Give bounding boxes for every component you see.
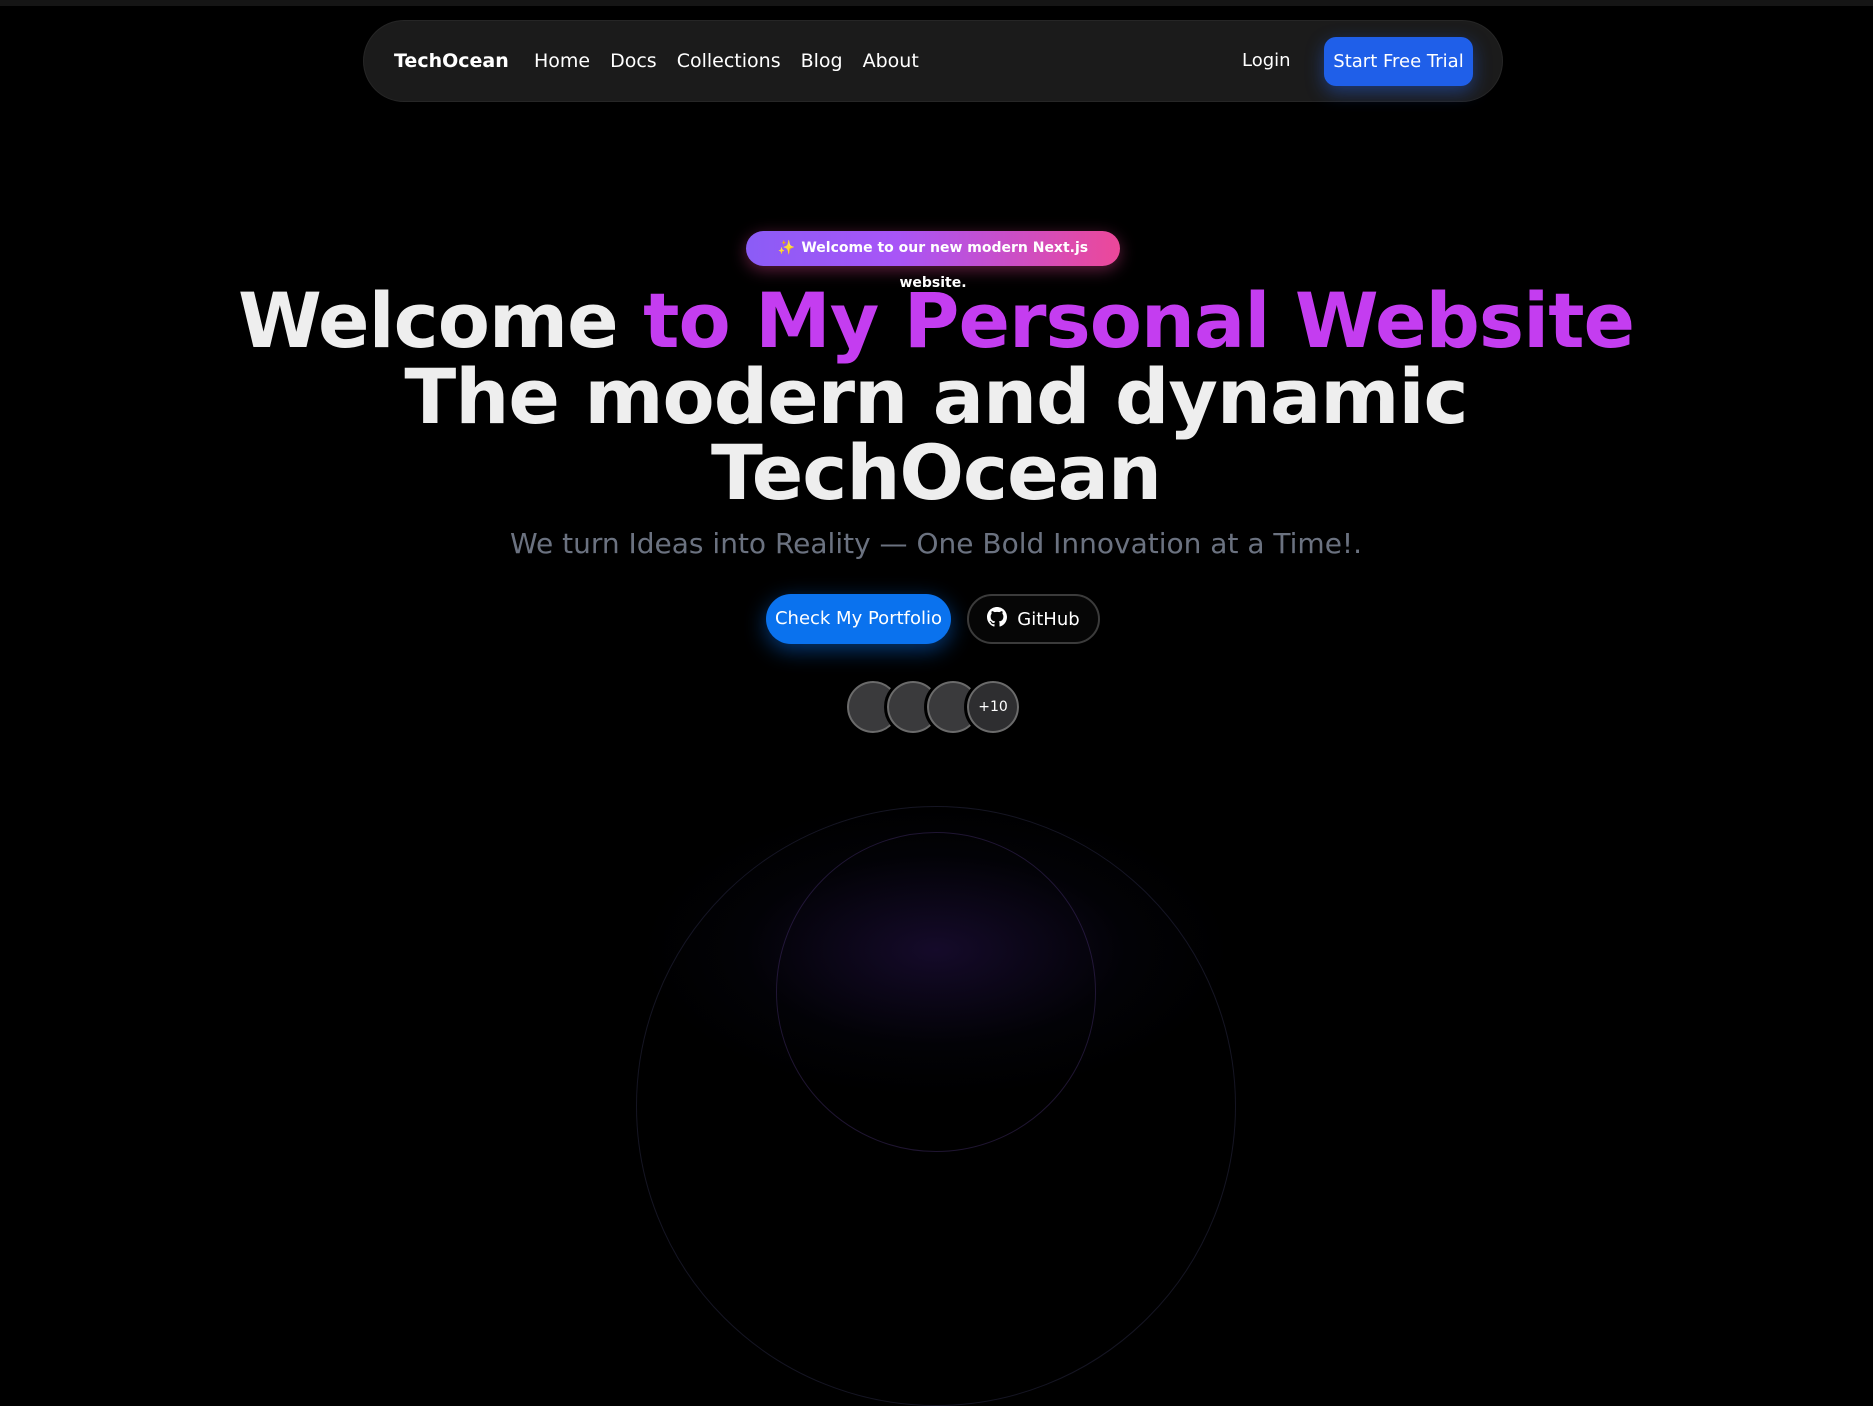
nav-link-home[interactable]: Home <box>534 50 590 72</box>
announcement-badge: ✨ Welcome to our new modern Next.js websi… <box>746 231 1120 291</box>
github-icon <box>987 606 1008 632</box>
avatar-group: +10 <box>844 678 1024 738</box>
headline-line3: TechOcean <box>710 428 1162 517</box>
sparkle-icon: ✨ <box>777 240 796 256</box>
hero-subtitle: We turn Ideas into Reality — One Bold In… <box>509 527 1363 560</box>
hero-headline: Welcome to My Personal Website The moder… <box>236 283 1636 511</box>
nav-links: Home Docs Collections Blog About <box>534 21 919 101</box>
navbar: TechOcean Home Docs Collections Blog Abo… <box>364 21 1502 101</box>
github-label: GitHub <box>1017 608 1080 630</box>
top-border <box>0 0 1873 6</box>
brand-logo[interactable]: TechOcean <box>394 21 509 101</box>
check-portfolio-button[interactable]: Check My Portfolio <box>766 594 951 644</box>
nav-link-collections[interactable]: Collections <box>677 50 781 72</box>
nav-link-blog[interactable]: Blog <box>801 50 843 72</box>
nav-link-docs[interactable]: Docs <box>610 50 657 72</box>
login-link[interactable]: Login <box>1242 21 1291 101</box>
background-arc <box>776 832 1096 1152</box>
avatar-more-count: +10 <box>964 678 1022 736</box>
github-button[interactable]: GitHub <box>967 594 1100 644</box>
nav-link-about[interactable]: About <box>863 50 919 72</box>
start-free-trial-button[interactable]: Start Free Trial <box>1324 37 1473 86</box>
